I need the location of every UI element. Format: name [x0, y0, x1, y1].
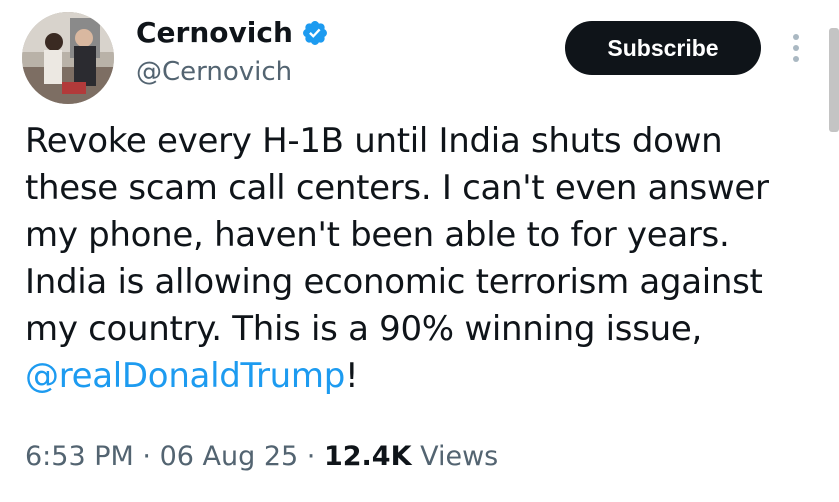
subscribe-button[interactable]: Subscribe: [565, 21, 761, 75]
mention-link[interactable]: @realDonaldTrump: [25, 356, 345, 396]
views-count: 12.4K: [323, 441, 412, 472]
meta-separator: ·: [142, 441, 151, 472]
author-handle[interactable]: @Cernovich: [136, 56, 292, 88]
tweet-date[interactable]: 06 Aug 25: [160, 441, 299, 472]
tweet-text-line: my country. This is a 90% winning issue,: [25, 309, 702, 349]
tweet-text: Revoke every H-1B until India shuts down…: [25, 118, 825, 400]
tweet-text-line: these scam call centers. I can't even an…: [25, 168, 769, 208]
tweet-text-line: India is allowing economic terrorism aga…: [25, 262, 763, 302]
scrollbar-thumb[interactable]: [829, 28, 839, 132]
avatar[interactable]: [22, 12, 114, 104]
author-name-row: Cernovich: [136, 16, 329, 50]
author-display-name[interactable]: Cernovich: [136, 16, 293, 50]
tweet-meta: 6:53 PM · 06 Aug 25 · 12.4K Views: [25, 440, 498, 474]
tweet-text-line: Revoke every H-1B until India shuts down: [25, 121, 723, 161]
verified-badge-icon: [301, 19, 329, 47]
tweet-time[interactable]: 6:53 PM: [25, 441, 134, 472]
tweet-text-line: my phone, haven't been able to for years…: [25, 215, 730, 255]
avatar-photo: [22, 12, 114, 104]
mention-suffix: !: [345, 356, 359, 396]
more-vertical-icon[interactable]: [789, 30, 803, 66]
meta-separator: ·: [306, 441, 316, 472]
views-label: Views: [420, 441, 499, 472]
tweet-text-line-mention: @realDonaldTrump!: [25, 353, 825, 400]
tweet-card: Cernovich @Cernovich Subscribe Revoke ev…: [0, 0, 839, 502]
